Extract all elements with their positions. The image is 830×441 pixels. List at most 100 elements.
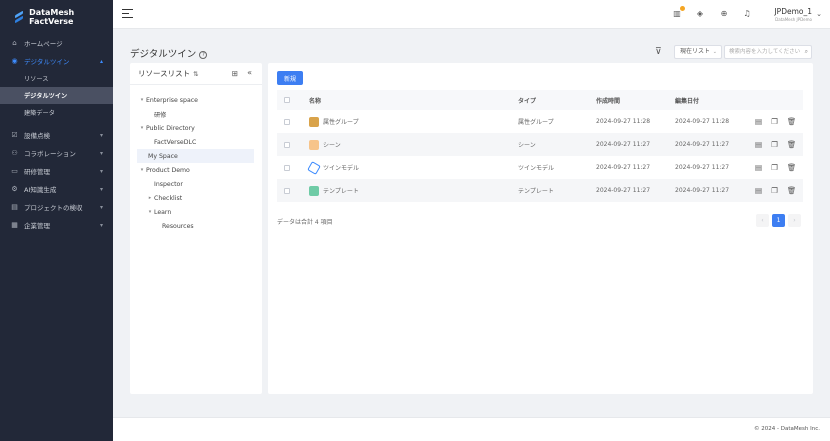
tree-node[interactable]: Resources	[130, 219, 262, 233]
new-button[interactable]: 新規	[277, 71, 303, 85]
resource-panel-header: リソースリスト ⇅ ⊞ «	[130, 63, 262, 85]
tree-node-label: My Space	[148, 152, 178, 160]
column-header-name[interactable]: 名称	[309, 96, 321, 105]
tree-node[interactable]: FactVerseDLC	[130, 135, 262, 149]
column-header-type[interactable]: タイプ	[518, 96, 536, 105]
row-checkbox[interactable]	[284, 141, 290, 148]
page-title-text: デジタルツイン	[130, 49, 197, 60]
tree-node-label: Resources	[162, 222, 194, 230]
copy-icon[interactable]: ❐	[771, 117, 778, 126]
trash-icon[interactable]: 🗑	[787, 186, 797, 195]
page-button[interactable]: 1	[772, 214, 785, 227]
copy-icon[interactable]: ❐	[771, 163, 778, 172]
edit-document-icon[interactable]: ▤	[755, 186, 762, 195]
next-page-button[interactable]: ›	[788, 214, 801, 227]
tree-node-label: FactVerseDLC	[154, 138, 197, 146]
sidebar-item-digital-twin[interactable]: ◉ デジタルツイン ▴	[0, 52, 113, 70]
row-name[interactable]: ツインモデル	[323, 163, 359, 172]
trash-icon[interactable]: 🗑	[787, 140, 797, 149]
inspection-icon: ☑	[11, 131, 18, 139]
table-row[interactable]: 属性グループ 属性グループ 2024-09-27 11:28 2024-09-27 1…	[277, 110, 803, 133]
resource-table: 名称 タイプ 作成時間 編集日付 属性グループ 属性グループ 2024-09-27 …	[277, 90, 803, 202]
caret-down-icon[interactable]: ▾	[138, 125, 146, 131]
select-all-checkbox[interactable]	[284, 97, 290, 103]
resource-panel-title: リソースリスト	[138, 69, 191, 78]
collapse-panel-icon[interactable]: «	[247, 68, 252, 77]
sidebar-item-label: デジタルツイン	[24, 58, 70, 66]
sidebar-item-project-acceptance[interactable]: ▤ プロジェクトの検収 ▾	[0, 198, 113, 216]
sidebar-item-training[interactable]: ▭ 研修管理 ▾	[0, 162, 113, 180]
filter-icon[interactable]: ⊽	[655, 47, 662, 57]
caret-right-icon[interactable]: ▸	[146, 195, 154, 201]
caret-down-icon[interactable]: ▾	[138, 97, 146, 103]
tree-node[interactable]: 研修	[130, 107, 262, 121]
brand[interactable]: DataMesh FactVerse	[0, 0, 113, 34]
sidebar-item-collaboration[interactable]: ⚇ コラボレーション ▾	[0, 144, 113, 162]
trash-icon[interactable]: 🗑	[787, 163, 797, 172]
table-row[interactable]: テンプレート テンプレート 2024-09-27 11:27 2024-09-27 1…	[277, 179, 803, 202]
diamond-icon[interactable]: ◈	[695, 9, 705, 19]
scope-select-value: 現在リスト	[680, 48, 711, 55]
row-created: 2024-09-27 11:27	[596, 141, 651, 148]
caret-down-icon[interactable]: ▾	[138, 167, 146, 173]
caret-down-icon[interactable]: ▾	[146, 209, 154, 215]
tree-node[interactable]: ▾ Product Demo	[130, 163, 262, 177]
sidebar-item-ai-knowledge[interactable]: ⚙ AI知識生成 ▾	[0, 180, 113, 198]
copy-icon[interactable]: ❐	[771, 140, 778, 149]
copy-icon[interactable]: ❐	[771, 186, 778, 195]
column-header-edited[interactable]: 編集日付	[675, 96, 699, 105]
chevron-down-icon[interactable]: ⌄	[816, 10, 822, 18]
row-edited: 2024-09-27 11:27	[675, 164, 730, 171]
sidebar-subitem-building-data[interactable]: 建築データ	[0, 104, 113, 121]
tree-node[interactable]: ▾ Enterprise space	[130, 93, 262, 107]
help-icon[interactable]: ?	[199, 51, 208, 59]
hamburger-menu-icon[interactable]	[122, 9, 133, 18]
tree-node[interactable]: ▸ Checklist	[130, 191, 262, 205]
row-name[interactable]: テンプレート	[323, 186, 359, 195]
row-checkbox[interactable]	[284, 164, 290, 171]
prev-page-button[interactable]: ‹	[756, 214, 769, 227]
search-icon[interactable]: ⌕	[805, 48, 808, 56]
sort-icon[interactable]: ⇅	[193, 70, 198, 78]
row-checkbox[interactable]	[284, 187, 290, 194]
row-checkbox[interactable]	[284, 118, 290, 125]
edit-document-icon[interactable]: ▤	[755, 163, 762, 172]
table-row[interactable]: シーン シーン 2024-09-27 11:27 2024-09-27 11:27 ▤ ❐…	[277, 133, 803, 156]
row-name[interactable]: シーン	[323, 140, 341, 149]
row-name-cell: シーン	[309, 139, 341, 150]
trash-icon[interactable]: 🗑	[787, 117, 797, 126]
table-row[interactable]: ツインモデル ツインモデル 2024-09-27 11:27 2024-09-27 1…	[277, 156, 803, 179]
sidebar-item-home[interactable]: ⌂ ホームページ	[0, 34, 113, 52]
tree-node[interactable]: ▾ Public Directory	[130, 121, 262, 135]
tree-node[interactable]: My Space	[137, 149, 254, 163]
sidebar: DataMesh FactVerse ⌂ ホームページ ◉ デジタルツイン ▴ …	[0, 0, 113, 441]
sidebar-item-label: 設備点検	[24, 132, 50, 140]
bell-icon[interactable]: ♫	[742, 9, 752, 19]
sidebar-item-enterprise[interactable]: ▦ 企業管理 ▾	[0, 216, 113, 234]
notification-board-icon[interactable]: ▥	[672, 6, 685, 19]
row-edited: 2024-09-27 11:27	[675, 187, 730, 194]
row-actions: ▤ ❐ 🗑	[755, 186, 796, 195]
sidebar-subitem-resources[interactable]: リソース	[0, 70, 113, 87]
chevron-down-icon: ▾	[99, 149, 103, 157]
search-input[interactable]	[725, 46, 801, 58]
globe-icon[interactable]: ⊕	[719, 9, 729, 19]
sidebar-item-inspection[interactable]: ☑ 設備点検 ▾	[0, 126, 113, 144]
sidebar-item-label: プロジェクトの検収	[24, 204, 83, 212]
row-name[interactable]: 属性グループ	[323, 117, 359, 126]
tree-node[interactable]: Inspector	[130, 177, 262, 191]
top-header: ▥ ◈ ⊕ ♫ JPDemo_1 DataMesh JPDemo ⌄	[113, 0, 830, 29]
new-folder-icon[interactable]: ⊞	[232, 69, 238, 78]
user-menu[interactable]: JPDemo_1 DataMesh JPDemo	[774, 7, 812, 22]
footer: © 2024 - DataMesh Inc.	[113, 417, 830, 441]
column-header-created[interactable]: 作成時間	[596, 96, 620, 105]
sidebar-subitem-digital-twin[interactable]: デジタルツイン	[0, 87, 113, 104]
scope-select[interactable]: 現在リスト ⌄	[674, 45, 722, 59]
edit-document-icon[interactable]: ▤	[755, 140, 762, 149]
collaboration-icon: ⚇	[11, 149, 18, 157]
edit-document-icon[interactable]: ▤	[755, 117, 762, 126]
group-type-icon	[309, 116, 319, 127]
row-edited: 2024-09-27 11:27	[675, 141, 730, 148]
enterprise-icon: ▦	[11, 221, 18, 229]
tree-node[interactable]: ▾ Learn	[130, 205, 262, 219]
